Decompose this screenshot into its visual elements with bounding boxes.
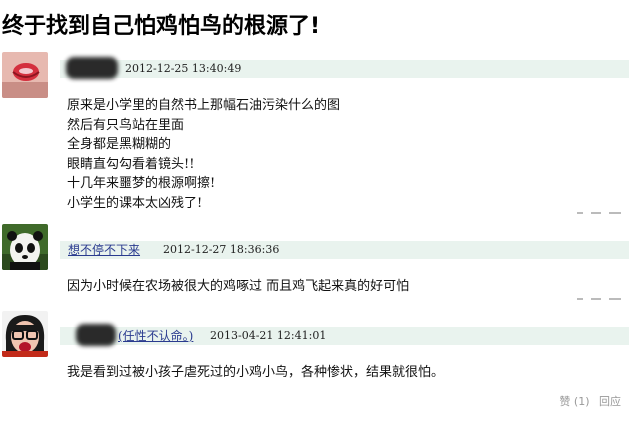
truncated-footer xyxy=(577,298,621,300)
comment-line: 然后有只鸟站在里面 xyxy=(67,117,185,133)
comment-meta: 想不停不下来 2012-12-27 18:36:36 xyxy=(60,241,629,259)
comment-text: 因为小时候在农场被很大的鸡啄过 而且鸡飞起来真的好可怕 xyxy=(67,277,409,297)
username-link[interactable]: (任性不认命。) xyxy=(118,327,193,345)
reply-button[interactable]: 回应 xyxy=(599,395,621,408)
comment-line: 十几年来噩梦的根源啊擦! xyxy=(67,176,216,192)
redacted-username xyxy=(66,57,118,79)
comment-line: 小学生的课本太凶残了! xyxy=(67,195,203,211)
comment-line: 全身都是黑糊糊的 xyxy=(67,137,172,153)
timestamp: 2012-12-25 13:40:49 xyxy=(125,62,242,75)
avatar[interactable] xyxy=(2,52,48,98)
timestamp: 2013-04-21 12:41:01 xyxy=(210,329,327,342)
page-title: 终于找到自己怕鸡怕鸟的根源了! xyxy=(2,14,321,39)
like-button[interactable]: 赞 (1) xyxy=(559,395,589,408)
comment-text: 我是看到过被小孩子虐死过的小鸡小鸟，各种惨状，结果就很怕。 xyxy=(67,363,444,383)
comment-meta: (任性不认命。) 2013-04-21 12:41:01 xyxy=(60,324,629,346)
comment-line: 我是看到过被小孩子虐死过的小鸡小鸟，各种惨状，结果就很怕。 xyxy=(67,365,445,380)
timestamp: 2012-12-27 18:36:36 xyxy=(163,243,280,256)
avatar[interactable] xyxy=(2,311,48,357)
username-link[interactable]: 想不停不下来 xyxy=(68,241,140,259)
redacted-username xyxy=(76,324,116,346)
comment-actions: 赞 (1) 回应 xyxy=(553,393,621,409)
comment-meta: 2012-12-25 13:40:49 xyxy=(60,57,629,79)
truncated-footer xyxy=(577,212,621,214)
comment-line: 原来是小学里的自然书上那幅石油污染什么的图 xyxy=(67,98,341,113)
comment-line: 因为小时候在农场被很大的鸡啄过 而且鸡飞起来真的好可怕 xyxy=(67,279,410,294)
comment-line: 眼睛直勾勾看着镜头!! xyxy=(67,156,195,172)
avatar[interactable] xyxy=(2,224,48,270)
comment-text: 原来是小学里的自然书上那幅石油污染什么的图 然后有只鸟站在里面 全身都是黑糊糊的… xyxy=(67,96,340,214)
